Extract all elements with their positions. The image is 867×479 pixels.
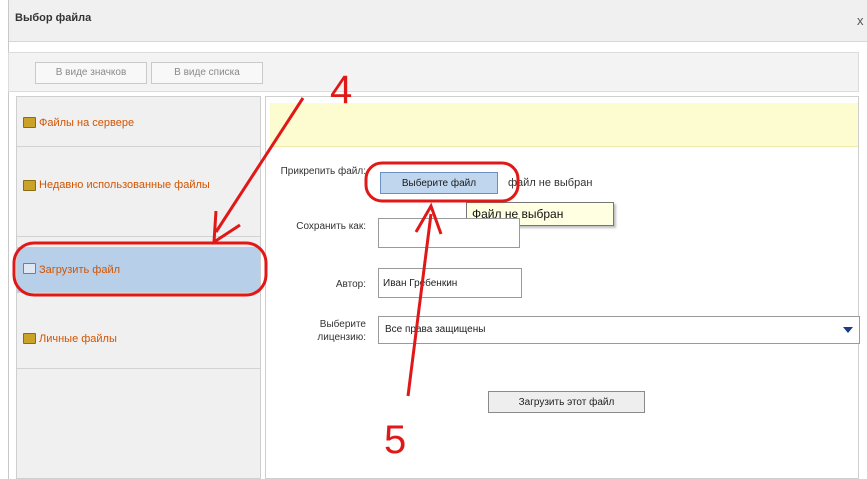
upload-icon [23, 263, 36, 274]
annotation-step-4: 4 [330, 68, 353, 112]
folder-icon [23, 117, 36, 128]
upload-this-file-button[interactable]: Загрузить этот файл [488, 391, 645, 413]
sidebar-item-recent-files[interactable]: Недавно использованные файлы [17, 147, 260, 237]
close-icon[interactable]: x [857, 13, 864, 28]
sidebar-item-server-files[interactable]: Файлы на сервере [17, 97, 260, 147]
sidebar-item-label: Недавно использованные файлы [39, 179, 210, 191]
sidebar-item-label: Загрузить файл [39, 264, 121, 276]
license-label: Выберите лицензию: [317, 319, 366, 343]
save-as-input[interactable] [378, 218, 520, 248]
sidebar: Файлы на сервере Недавно использованные … [16, 96, 261, 479]
author-input[interactable] [378, 268, 522, 298]
icons-view-button[interactable]: В виде значков [35, 62, 147, 84]
author-label: Автор: [335, 279, 366, 290]
dialog-titlebar: Выбор файла x [9, 0, 867, 42]
sidebar-item-upload-file[interactable]: Загрузить файл [17, 247, 260, 293]
attach-file-label: Прикрепить файл: [280, 166, 366, 177]
notice-bar [270, 103, 858, 147]
choose-file-button[interactable]: Выберите файл [380, 172, 498, 194]
save-as-label: Сохранить как: [296, 221, 366, 232]
no-file-chosen-text: файл не выбран [508, 177, 593, 189]
sidebar-item-label: Личные файлы [39, 333, 117, 345]
chevron-down-icon [843, 327, 853, 333]
folder-icon [23, 180, 36, 191]
license-selected-value: Все права защищены [385, 324, 486, 335]
list-view-button[interactable]: В виде списка [151, 62, 263, 84]
sidebar-item-label: Файлы на сервере [39, 117, 135, 129]
dialog-title: Выбор файла [15, 12, 92, 24]
sidebar-item-private-files[interactable]: Личные файлы [17, 307, 260, 369]
license-select[interactable]: Все права защищены [378, 316, 860, 344]
annotation-step-5: 5 [384, 418, 407, 462]
view-toolbar: В виде значков В виде списка [8, 52, 859, 92]
folder-icon [23, 333, 36, 344]
